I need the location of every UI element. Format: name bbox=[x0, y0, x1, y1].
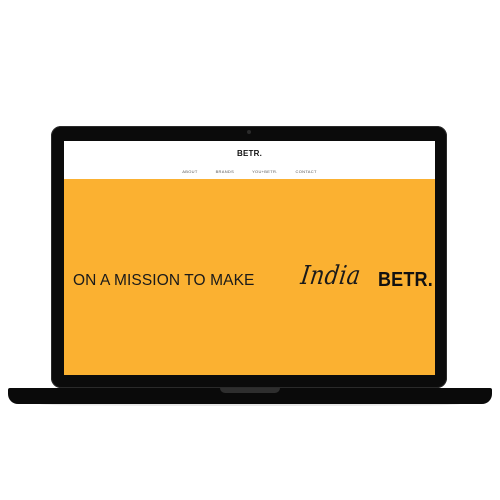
nav-link-about[interactable]: ABOUT bbox=[182, 169, 197, 174]
site-header: BETR. ABOUT BRANDS YOU+BETR. CONTACT bbox=[64, 141, 435, 179]
hero-brand-word: BETR. bbox=[378, 269, 433, 291]
nav-link-brands[interactable]: BRANDS bbox=[216, 169, 234, 174]
hero-script-word: India bbox=[298, 261, 363, 291]
nav-link-contact[interactable]: CONTACT bbox=[296, 169, 317, 174]
hero-mission-text: ON A MISSION TO MAKE bbox=[73, 272, 255, 289]
laptop-screen: BETR. ABOUT BRANDS YOU+BETR. CONTACT ON … bbox=[64, 141, 435, 375]
nav-link-you-betr[interactable]: YOU+BETR. bbox=[252, 169, 277, 174]
webcam-icon bbox=[247, 130, 251, 134]
site-logo[interactable]: BETR. bbox=[64, 149, 435, 158]
hero-banner: ON A MISSION TO MAKE India BETR. bbox=[64, 179, 435, 375]
trackpad-notch bbox=[220, 388, 280, 393]
hero-headline: ON A MISSION TO MAKE India BETR. bbox=[73, 261, 433, 301]
laptop-lid: BETR. ABOUT BRANDS YOU+BETR. CONTACT ON … bbox=[51, 126, 447, 388]
main-nav: ABOUT BRANDS YOU+BETR. CONTACT bbox=[64, 169, 435, 174]
laptop-base bbox=[8, 388, 492, 404]
laptop-mockup: BETR. ABOUT BRANDS YOU+BETR. CONTACT ON … bbox=[0, 0, 500, 500]
